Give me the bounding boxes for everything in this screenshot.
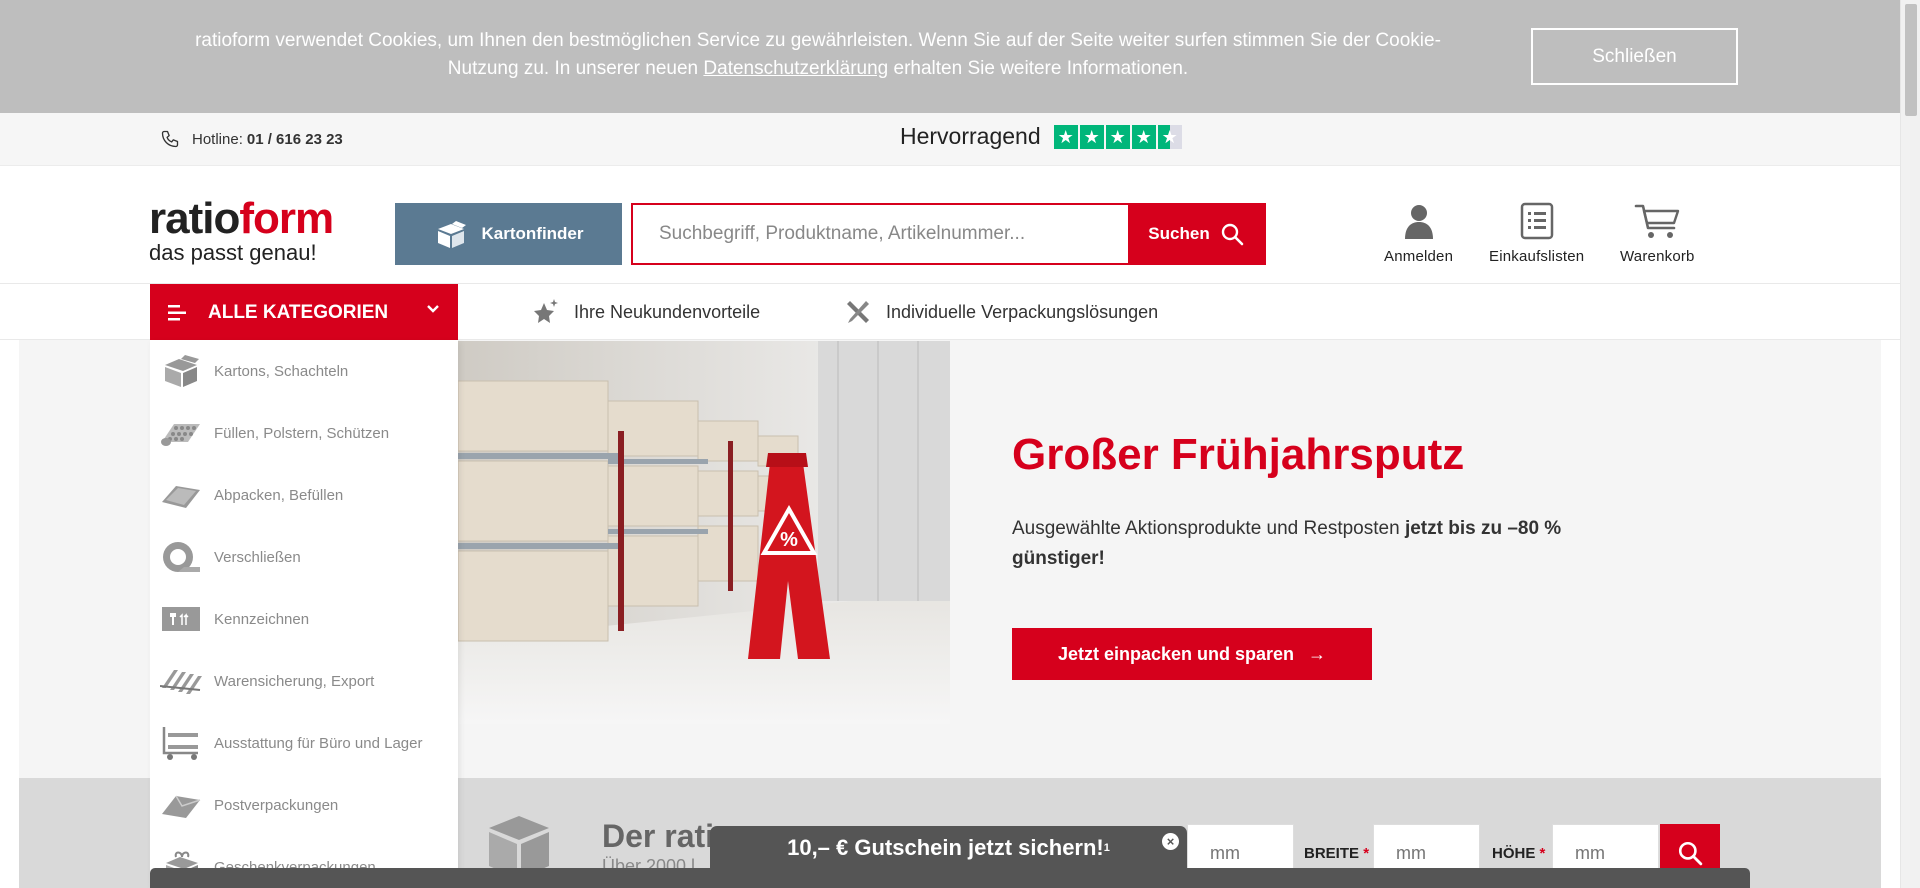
cart-label: Warenkorb	[1620, 248, 1695, 265]
hotline[interactable]: Hotline: 01 / 616 23 23	[160, 129, 343, 149]
svg-text:%: %	[780, 529, 798, 551]
cookie-text: ratioform verwendet Cookies, um Ihnen de…	[168, 27, 1468, 83]
nav-link-custom-packaging[interactable]: Individuelle Verpackungslösungen	[844, 298, 1158, 326]
half-star-icon: ★	[1157, 124, 1182, 149]
hotline-label: Hotline:	[192, 130, 243, 148]
category-item[interactable]: Abpacken, Befüllen	[150, 464, 458, 526]
height-label-text: HÖHE	[1492, 845, 1536, 862]
category-label: Ausstattung für Büro und Lager	[214, 734, 423, 752]
bottom-overlay-bar	[150, 868, 1750, 888]
tools-icon	[847, 301, 869, 323]
category-label: Kartons, Schachteln	[214, 362, 349, 380]
login-button[interactable]: Anmelden	[1384, 202, 1453, 265]
category-item[interactable]: Verschließen	[150, 526, 458, 588]
category-label: Kennzeichnen	[214, 610, 310, 628]
cart-button[interactable]: Warenkorb	[1620, 202, 1695, 265]
list-icon	[1520, 202, 1553, 240]
category-label: Abpacken, Befüllen	[214, 486, 344, 504]
hotline-number: 01 / 616 23 23	[246, 130, 343, 148]
cookie-text-end: erhalten Sie weitere Informationen.	[888, 58, 1189, 79]
cookie-banner: ratioform verwendet Cookies, um Ihnen de…	[0, 0, 1900, 113]
box-icon	[437, 221, 466, 248]
label-icon	[158, 599, 204, 639]
voucher-footnote: 1	[1103, 842, 1110, 854]
scrollbar-thumb[interactable]	[1905, 4, 1917, 116]
category-label: Füllen, Polstern, Schützen	[214, 424, 390, 442]
hero-text: Ausgewählte Aktionsprodukte und Restpost…	[1012, 514, 1612, 574]
logo-part-form: form	[239, 194, 334, 243]
main-header: ratioform das passt genau! Kartonfinder …	[0, 166, 1900, 283]
category-item[interactable]: Kartons, Schachteln	[150, 340, 458, 402]
search-bar: Suchen	[631, 203, 1266, 265]
hero-cta-label: Jetzt einpacken und sparen	[1057, 643, 1295, 664]
category-item[interactable]: Füllen, Polstern, Schützen	[150, 402, 458, 464]
search-button[interactable]: Suchen	[1128, 205, 1264, 263]
chevron-down-icon	[427, 305, 439, 313]
user-icon	[1404, 205, 1433, 239]
star-icon: ★	[1131, 124, 1156, 149]
category-label: Postverpackungen	[214, 796, 339, 814]
nav-link-new-customer-benefits[interactable]: Ihre Neukundenvorteile	[532, 298, 760, 326]
privacy-policy-link[interactable]: Datenschutzerklärung	[703, 58, 888, 79]
tape-icon	[158, 537, 204, 577]
category-item[interactable]: Ausstattung für Büro und Lager	[150, 712, 458, 774]
login-label: Anmelden	[1384, 248, 1454, 265]
voucher-popup[interactable]: 10,– € Gutschein jetzt sichern! 1	[710, 826, 1187, 870]
hero-text-plain: Ausgewählte Aktionsprodukte und Restpost…	[1012, 518, 1405, 539]
required-mark: *	[1539, 845, 1546, 862]
required-mark: *	[1363, 845, 1370, 862]
envelope-icon	[158, 785, 204, 825]
cookie-close-button[interactable]: Schließen	[1531, 28, 1738, 85]
main-navigation: ALLE KATEGORIEN Ihre Neukundenvorteile I…	[0, 283, 1900, 341]
star-icon: ★	[1105, 124, 1130, 149]
kartonfinder-label: Kartonfinder	[481, 224, 584, 243]
category-label: Warensicherung, Export	[214, 672, 375, 690]
arrow-right-icon: →	[1308, 643, 1327, 664]
category-item[interactable]: Postverpackungen	[150, 774, 458, 836]
star-icon: ★	[1079, 124, 1104, 149]
category-item[interactable]: Kennzeichnen	[150, 588, 458, 650]
nav-link-2-label: Individuelle Verpackungslösungen	[886, 301, 1159, 322]
width-label-text: BREITE	[1304, 845, 1360, 862]
width-label: BREITE *	[1304, 845, 1369, 862]
phone-icon	[161, 130, 179, 148]
pallet-icon	[158, 661, 204, 701]
search-icon	[1678, 841, 1703, 866]
category-item[interactable]: Warensicherung, Export	[150, 650, 458, 712]
trustpilot-rating[interactable]: Hervorragend ★ ★ ★ ★ ★	[900, 123, 1184, 150]
star-sparkle-icon	[534, 299, 558, 323]
shopping-lists-button[interactable]: Einkaufslisten	[1489, 202, 1584, 265]
hero-title: Großer Frühjahrsputz	[1012, 430, 1465, 479]
bag-icon	[158, 475, 204, 515]
voucher-close-icon[interactable]: ×	[1162, 833, 1179, 850]
hero-cta-button[interactable]: Jetzt einpacken und sparen →	[1012, 628, 1372, 680]
logo-tagline: das passt genau!	[149, 240, 317, 265]
voucher-text: 10,– € Gutschein jetzt sichern!	[787, 835, 1104, 860]
hero-warehouse-image[interactable]: %	[458, 341, 950, 724]
bubble-wrap-icon	[158, 413, 204, 453]
box-icon	[158, 351, 204, 391]
menu-icon	[168, 304, 186, 320]
search-icon	[1221, 223, 1244, 246]
cart-icon	[1634, 204, 1680, 238]
search-input[interactable]	[633, 205, 1128, 263]
cart-trolley-icon	[158, 723, 204, 763]
logo-part-ratio: ratio	[149, 194, 240, 243]
kartonfinder-button[interactable]: Kartonfinder	[395, 203, 622, 265]
all-categories-button[interactable]: ALLE KATEGORIEN	[150, 284, 458, 341]
ratioform-logo[interactable]: ratioform das passt genau!	[149, 197, 334, 265]
rating-text: Hervorragend	[900, 123, 1041, 149]
category-label: Verschließen	[214, 548, 301, 566]
search-button-label: Suchen	[1148, 224, 1210, 243]
nav-link-1-label: Ihre Neukundenvorteile	[574, 301, 761, 322]
all-categories-label: ALLE KATEGORIEN	[208, 301, 389, 323]
star-icon: ★	[1053, 124, 1078, 149]
page-scrollbar[interactable]	[1900, 0, 1920, 888]
top-info-bar: Hotline: 01 / 616 23 23 Hervorragend ★ ★…	[0, 113, 1900, 166]
height-label: HÖHE *	[1492, 845, 1545, 862]
shopping-lists-label: Einkaufslisten	[1489, 248, 1585, 265]
category-dropdown: Kartons, Schachteln Füllen, Polstern, Sc…	[150, 340, 458, 888]
